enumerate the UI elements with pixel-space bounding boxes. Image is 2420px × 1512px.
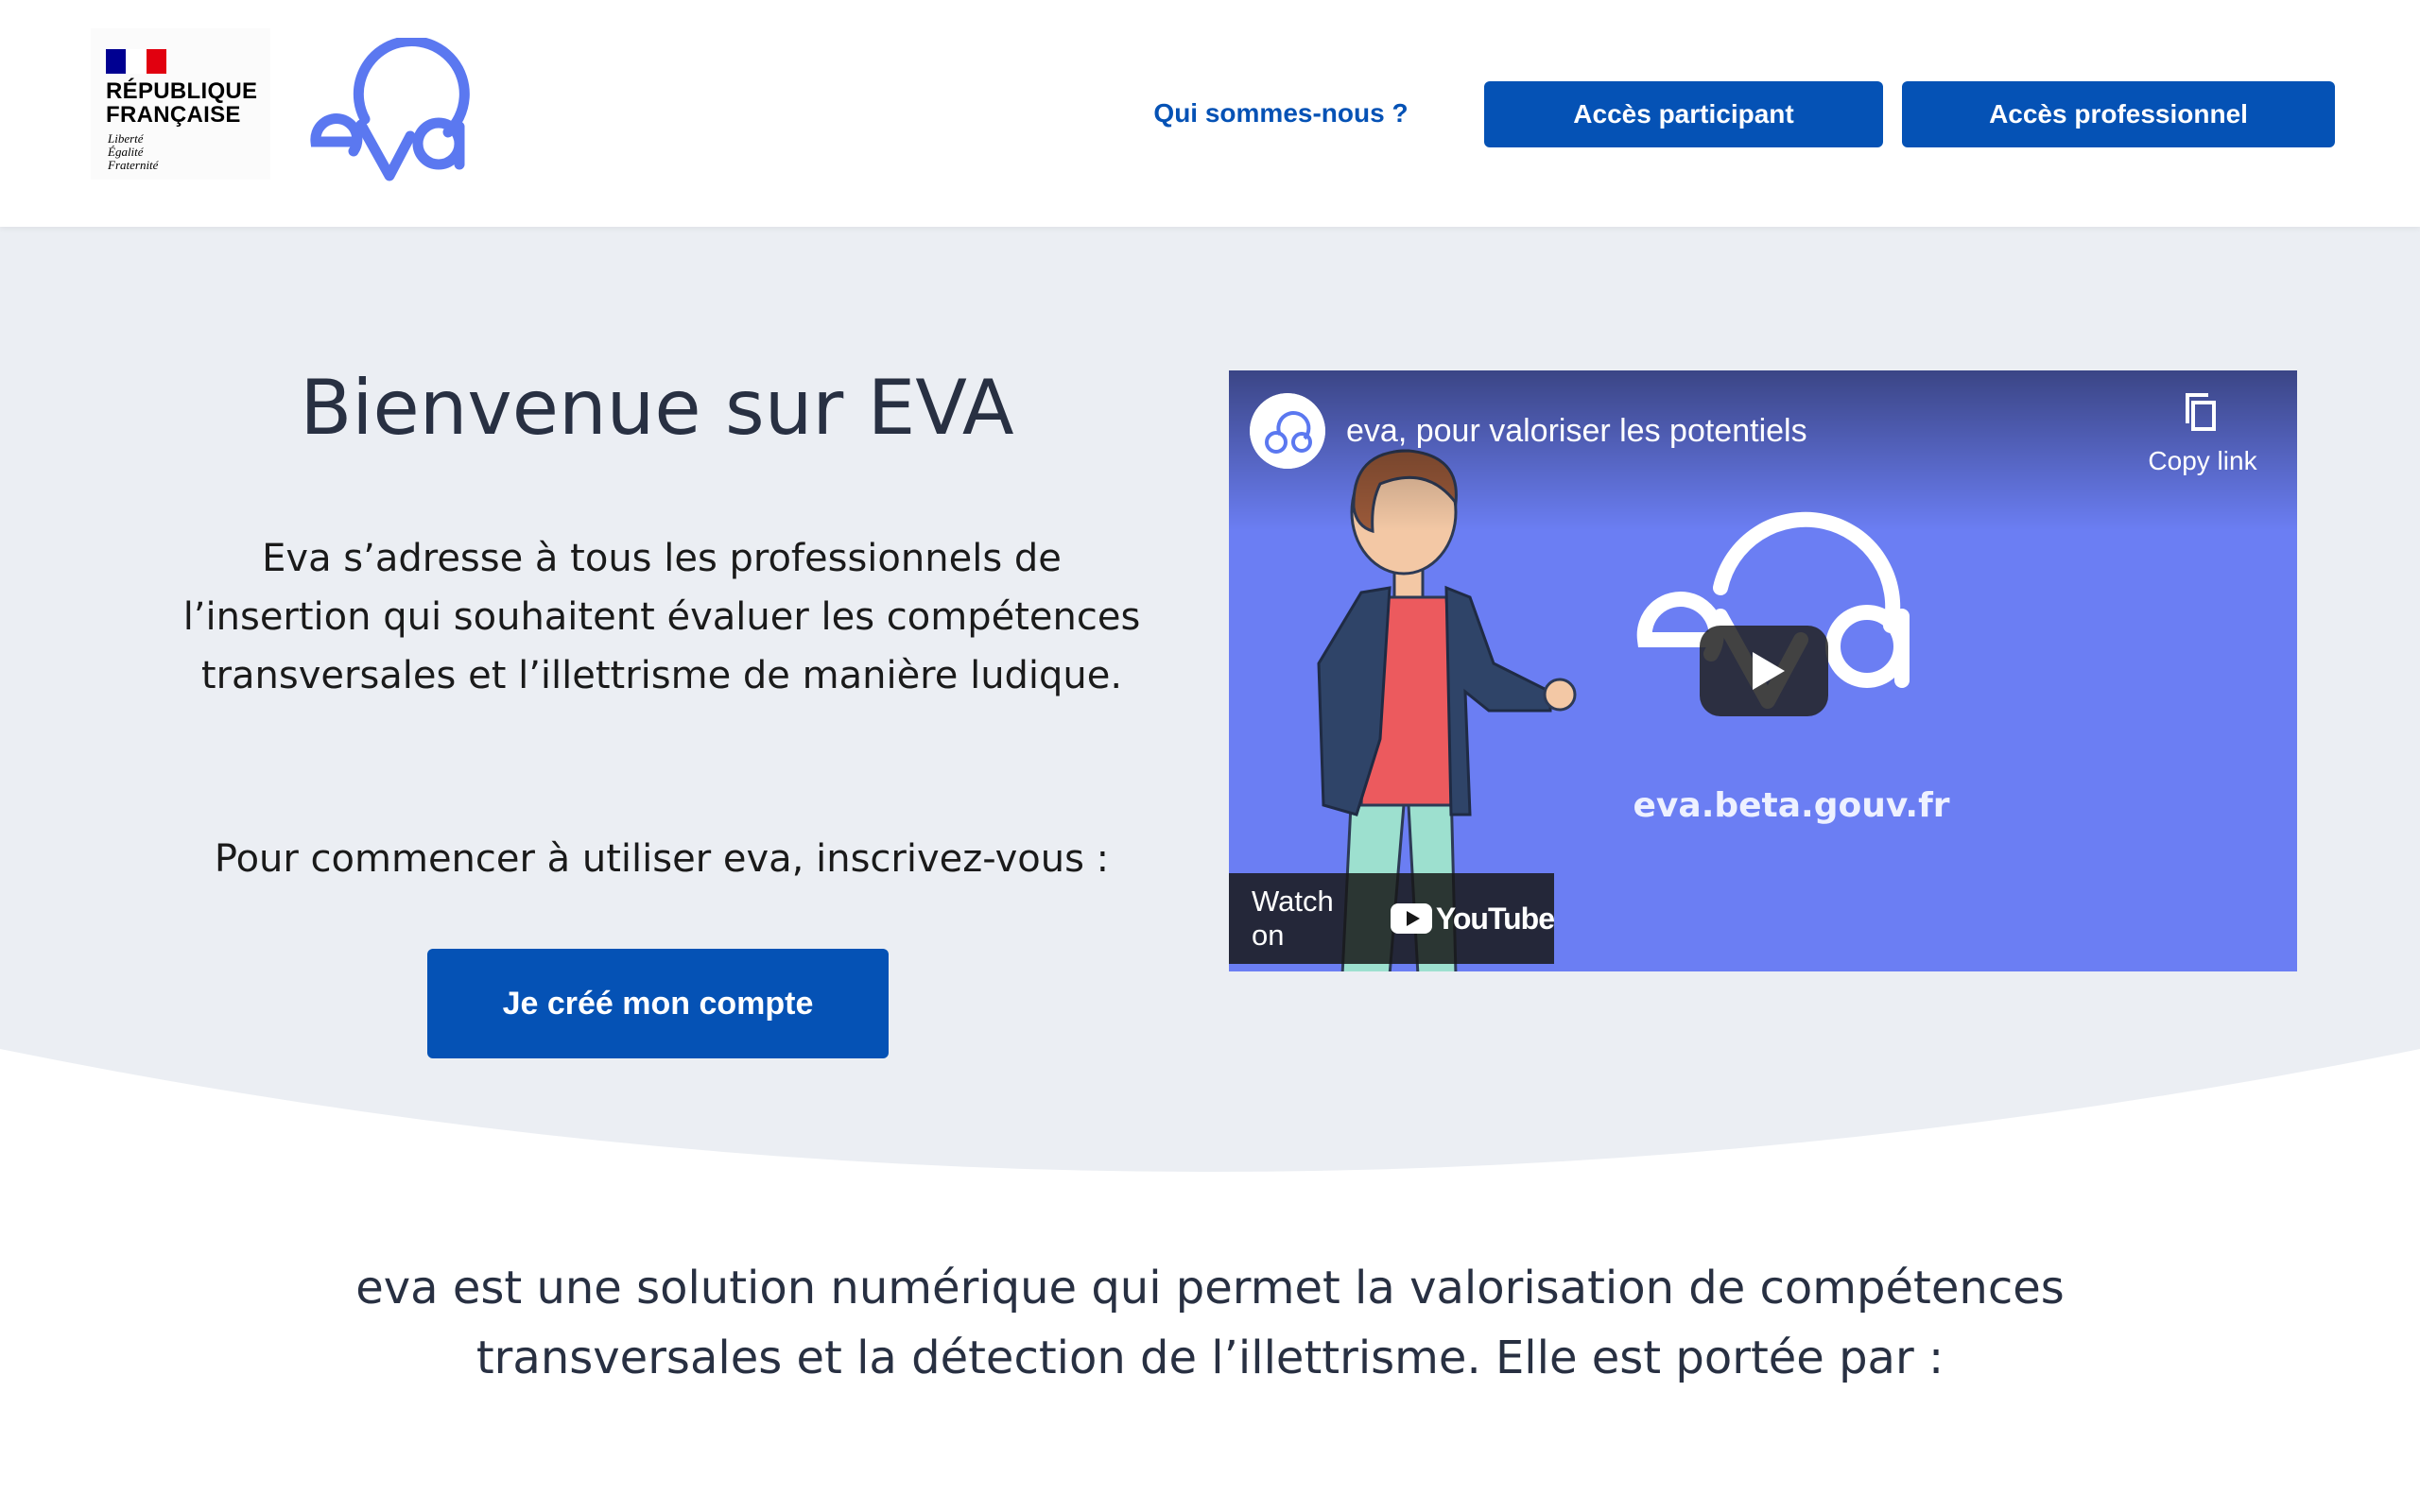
- hero-signup-prompt: Pour commencer à utiliser eva, inscrivez…: [214, 837, 1110, 881]
- eva-logo[interactable]: [306, 38, 476, 189]
- republique-motto: Liberté Égalité Fraternité: [108, 131, 159, 172]
- watch-on-youtube-button[interactable]: Watch on YouTube: [1229, 873, 1555, 964]
- play-button[interactable]: [1700, 626, 1828, 716]
- copy-link-label: Copy link: [2148, 446, 2257, 475]
- video-url-text: eva.beta.gouv.fr: [1633, 786, 1950, 825]
- copy-icon: [2186, 393, 2216, 431]
- acces-professionnel-button[interactable]: Accès professionnel: [1902, 81, 2335, 147]
- youtube-logo-icon: YouTube: [1390, 902, 1555, 936]
- page-title: Bienvenue sur EVA: [300, 364, 1014, 452]
- video-title[interactable]: eva, pour valoriser les potentiels: [1346, 410, 1807, 452]
- hero-description: Eva s’adresse à tous les professionnels …: [182, 537, 1141, 697]
- create-account-button[interactable]: Je créé mon compte: [427, 949, 889, 1058]
- youtube-video-embed[interactable]: eva, pour valoriser les potentiels Copy …: [1229, 370, 2297, 971]
- french-flag-icon: [106, 49, 166, 74]
- play-icon: [1753, 652, 1785, 690]
- acces-participant-button[interactable]: Accès participant: [1484, 81, 1883, 147]
- qui-sommes-nous-link[interactable]: Qui sommes-nous ?: [1125, 91, 1437, 136]
- hero-curve-divider: [0, 1049, 2420, 1172]
- site-header: RÉPUBLIQUE FRANÇAISE Liberté Égalité Fra…: [0, 0, 2420, 227]
- channel-avatar-icon[interactable]: [1250, 393, 1325, 469]
- copy-link-button[interactable]: Copy link: [2136, 391, 2269, 476]
- intro-paragraph: eva est une solution numérique qui perme…: [355, 1262, 2065, 1384]
- republique-title: RÉPUBLIQUE FRANÇAISE: [106, 78, 258, 128]
- republique-francaise-logo[interactable]: RÉPUBLIQUE FRANÇAISE Liberté Égalité Fra…: [91, 28, 270, 180]
- watch-on-label: Watch on: [1252, 885, 1334, 952]
